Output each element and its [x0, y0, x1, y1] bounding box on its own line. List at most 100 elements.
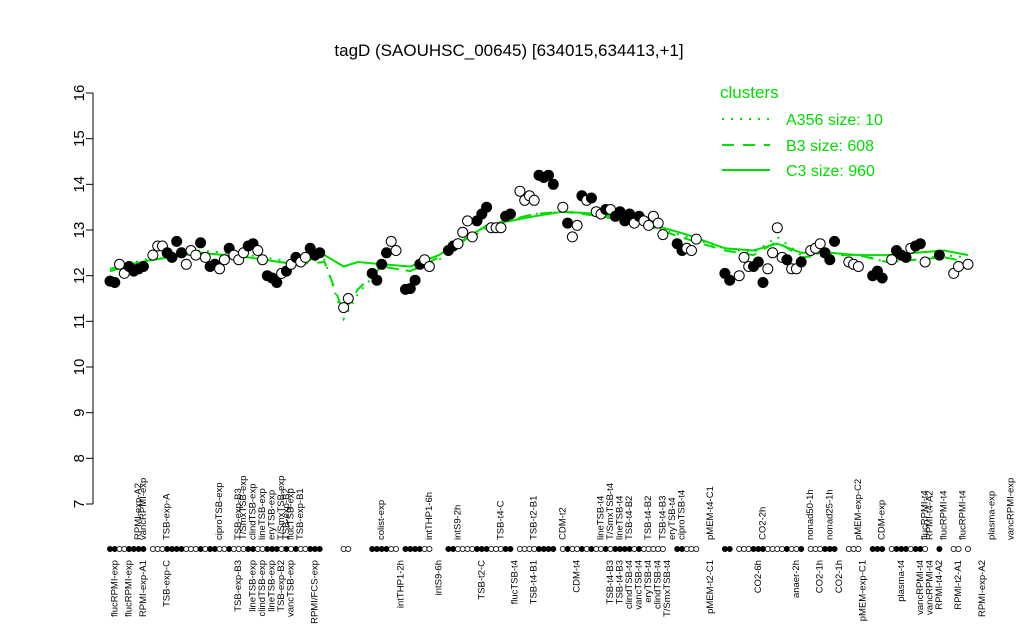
data-point-open [338, 302, 350, 314]
data-point-filled [381, 247, 392, 259]
data-point-filled [752, 256, 764, 268]
data-point-open [252, 245, 264, 256]
data-point-filled [409, 274, 421, 286]
sample-label-top: CDM-exp [877, 500, 888, 540]
rug-marker [726, 546, 733, 553]
data-point-open [342, 293, 354, 304]
data-point-open [514, 185, 526, 197]
data-point-filled [109, 277, 121, 288]
sample-label-bottom: intTHP1-2h [395, 560, 406, 608]
sample-label-top: colist-exp [376, 500, 387, 540]
sample-label-top: ciproTSB-t4 [677, 490, 688, 540]
y-tick-label: 16 [71, 85, 88, 102]
data-point-open [190, 249, 202, 261]
y-tick-label: 13 [71, 222, 88, 239]
data-point-filled [195, 237, 207, 249]
data-point-open [147, 249, 159, 261]
y-tick-label: 7 [71, 500, 88, 508]
data-point-open [886, 254, 898, 266]
data-point-filled [900, 251, 912, 263]
data-point-open [218, 254, 230, 266]
sample-label-top: pMEM-t4-C1 [705, 486, 716, 540]
data-point-open [852, 261, 864, 272]
sample-label-bottom: RPMI-exp-A2 [977, 560, 988, 617]
y-tick-label: 12 [71, 267, 88, 284]
sample-label-top: nonad25-1h [824, 489, 835, 540]
data-point-filled [271, 277, 283, 288]
y-axis: 7 8 9 10 11 12 13 14 15 16 [71, 85, 94, 508]
data-point-open [180, 258, 192, 270]
data-point-filled [137, 261, 149, 272]
data-point-open [643, 219, 655, 231]
data-point-filled [824, 254, 836, 266]
data-point-open [686, 245, 697, 256]
legend-label-c3: C3 size: 960 [786, 163, 875, 180]
sample-label-top: TSB-t4-B2 [624, 496, 635, 540]
sample-label-bottom: flucTSB-t4 [510, 560, 521, 604]
data-point-filled [543, 169, 554, 181]
expression-chart: tagD (SAOUHSC_00645) [634015,634413,+1] … [71, 41, 1016, 624]
rug-marker [392, 546, 399, 553]
sample-label-bottom: TSB-t2-C [476, 560, 487, 600]
data-point-open [385, 235, 397, 247]
sample-label-bottom: CO2-1h [834, 560, 845, 593]
data-point-open [571, 219, 583, 231]
y-tick-label: 9 [71, 408, 88, 416]
sample-label-bottom: T/SmxTSB-t4 [662, 560, 673, 617]
data-point-open [257, 254, 268, 266]
data-point-open [652, 217, 664, 229]
rug-marker [316, 546, 323, 553]
data-point-filled [795, 256, 807, 268]
data-point-open [390, 245, 402, 256]
data-point-open [919, 256, 931, 268]
data-point-open [566, 231, 578, 243]
rug-marker [140, 546, 147, 553]
data-point-open [690, 233, 702, 245]
cluster-line-dotted [109, 210, 969, 322]
sample-label-bottom: TSB-t4-B1 [529, 560, 540, 604]
rug-marker [507, 546, 514, 553]
sample-label-top: vancRPMI-exp [138, 478, 149, 540]
data-point-filled [371, 274, 383, 286]
data-point-open [953, 261, 964, 272]
sample-label-bottom: RPMI/FCS-exp [310, 560, 321, 624]
rug-marker [798, 546, 805, 553]
sample-label-bottom: TSB-exp-C [162, 560, 173, 607]
data-point-filled [914, 238, 926, 250]
data-point-open [557, 201, 569, 213]
sample-label-bottom: CO2-6h [753, 560, 764, 593]
sample-label-top: flucRPMI-t4 [939, 490, 950, 540]
sample-label-bottom: anaer-2h [791, 560, 802, 598]
data-point-filled [504, 208, 516, 220]
legend-label-b3: B3 size: 608 [786, 138, 874, 155]
data-point-filled [547, 178, 559, 190]
sample-rug [107, 546, 972, 553]
sample-label-top: flucRPMI-t4 [958, 490, 969, 540]
data-point-filled [829, 235, 840, 247]
data-point-filled [724, 274, 736, 286]
data-point-filled [481, 201, 493, 213]
sample-label-top: nonad50-1h [805, 489, 816, 540]
sample-label-bottom: pMEM-t2-C1 [705, 560, 716, 614]
data-point-open [452, 238, 464, 250]
sample-label-bottom: flucRPMI-exp [109, 560, 120, 617]
sample-label-bottom: CDM-t4 [572, 560, 583, 593]
legend: clusters A356 size: 10 B3 size: 608 C3 s… [720, 83, 883, 180]
sample-label-top: plasma-exp [986, 491, 997, 540]
cluster-lines [109, 210, 969, 322]
rug-marker [965, 546, 972, 553]
data-point-open [814, 238, 826, 250]
y-tick-label: 14 [71, 176, 88, 193]
chart-title: tagD (SAOUHSC_00645) [634015,634413,+1] [334, 41, 683, 60]
data-point-filled [781, 254, 793, 266]
rug-marker [831, 546, 838, 553]
sample-label-top: TSB-exp-B1 [295, 488, 306, 540]
sample-label-bottom: flucRPMI-exp [124, 560, 135, 617]
data-point-open [767, 247, 779, 259]
data-point-filled [757, 277, 769, 288]
sample-label-bottom: vancTSB-exp [286, 560, 297, 617]
rug-marker [879, 546, 886, 553]
data-point-filled [176, 247, 187, 259]
sample-label-top: intTHP1-6h [424, 492, 435, 540]
y-tick-label: 10 [71, 359, 88, 376]
